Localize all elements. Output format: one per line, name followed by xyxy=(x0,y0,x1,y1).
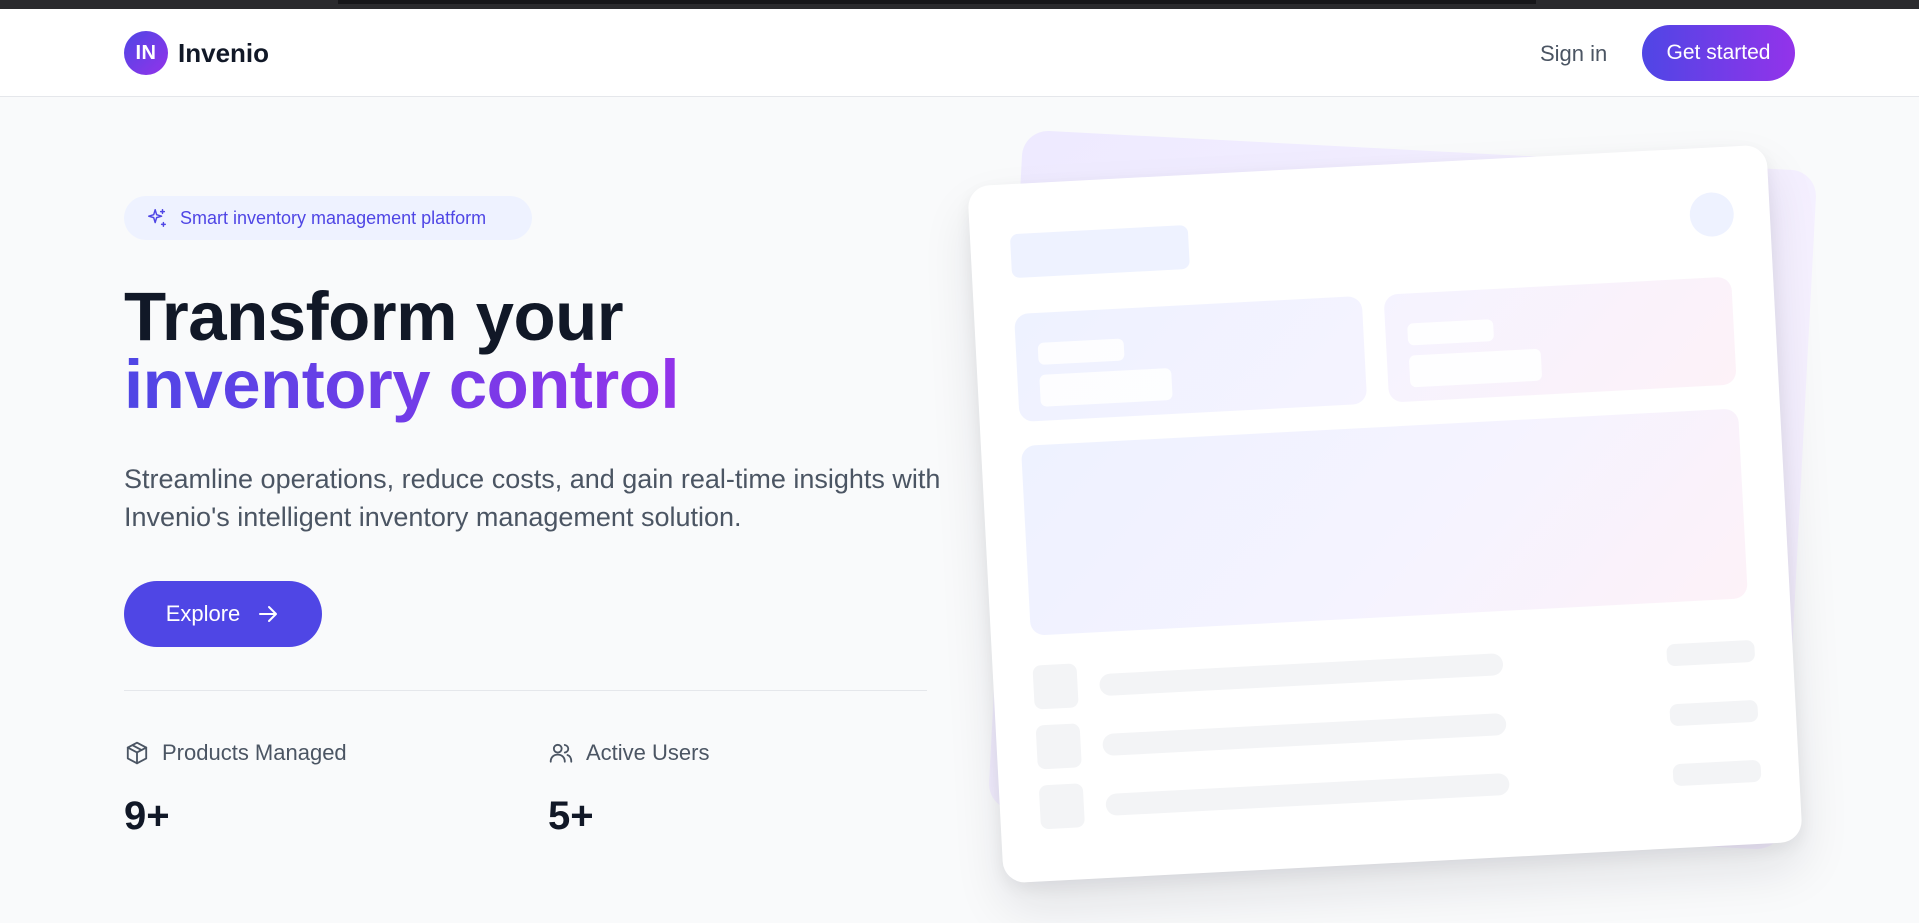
stat-header: Active Users xyxy=(548,738,709,768)
hero-title: Transform your inventory control xyxy=(124,282,944,419)
brand-name: Invenio xyxy=(178,37,270,68)
hero-badge-label: Smart inventory management platform xyxy=(180,207,487,228)
mockup-stat-card xyxy=(1383,276,1737,403)
mockup-row-tag xyxy=(1672,759,1762,787)
hero-badge: Smart inventory management platform xyxy=(124,196,532,240)
mockup-back-card xyxy=(987,129,1818,851)
stat-value: 9+ xyxy=(124,794,170,838)
stat-active-users: Active Users 5+ xyxy=(548,738,709,839)
mockup-line xyxy=(1039,367,1173,407)
stats-divider xyxy=(124,690,927,691)
stat-label: Active Users xyxy=(586,740,710,765)
stat-header: Products Managed xyxy=(124,738,347,768)
mockup-line xyxy=(1408,348,1543,388)
mockup-row-thumb xyxy=(1035,723,1082,770)
mockup-row-line xyxy=(1102,712,1507,757)
mockup-line xyxy=(1037,338,1125,365)
mockup-row-thumb xyxy=(1038,783,1085,830)
mockup-row-tag xyxy=(1669,699,1759,727)
stat-label: Products Managed xyxy=(162,740,347,765)
hero-subtitle: Streamline operations, reduce costs, and… xyxy=(124,464,941,532)
mockup-front-card xyxy=(967,144,1803,884)
top-navbar: IN Invenio Sign in Get started xyxy=(0,9,1919,97)
logo-icon: IN xyxy=(124,31,168,75)
stat-products-managed: Products Managed 9+ xyxy=(124,738,347,839)
mockup-avatar-placeholder xyxy=(1688,191,1735,238)
explore-button[interactable]: Explore xyxy=(124,581,322,647)
mockup-title-placeholder xyxy=(1009,224,1190,279)
hero-title-plain: Transform your xyxy=(124,278,624,355)
arrow-right-icon xyxy=(259,606,278,622)
mockup-stat-card xyxy=(1014,295,1368,422)
sparkles-icon xyxy=(148,209,166,227)
browser-top-strip-inner xyxy=(338,0,1536,4)
users-icon xyxy=(549,743,573,763)
get-started-button[interactable]: Get started xyxy=(1642,25,1795,81)
browser-top-strip xyxy=(0,0,1919,9)
brand[interactable]: IN Invenio xyxy=(124,31,269,75)
mockup-row-thumb xyxy=(1032,663,1079,710)
package-icon xyxy=(126,741,148,765)
mockup-row-line xyxy=(1105,772,1510,816)
mockup-chart-placeholder xyxy=(1020,408,1748,636)
explore-label: Explore xyxy=(165,601,241,626)
mockup-row-tag xyxy=(1666,639,1756,667)
hero-title-highlight: inventory control xyxy=(124,346,680,423)
mockup-line xyxy=(1407,319,1495,346)
mockup-row-line xyxy=(1098,653,1504,697)
stat-value: 5+ xyxy=(548,794,594,838)
sign-in-link[interactable]: Sign in xyxy=(1540,41,1607,67)
